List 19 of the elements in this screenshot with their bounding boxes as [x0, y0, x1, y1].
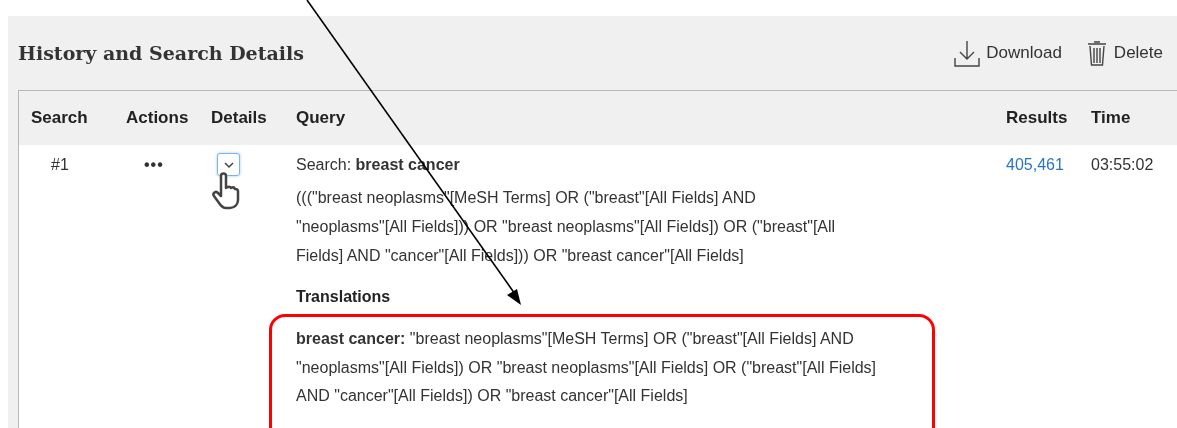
- column-header: Results: [1006, 108, 1068, 127]
- download-icon: [954, 39, 981, 67]
- trash-icon: [1085, 39, 1108, 67]
- search-number: #1: [51, 156, 69, 173]
- section-title: History and Search Details: [18, 42, 304, 64]
- details-toggle[interactable]: [217, 153, 240, 176]
- download-button[interactable]: Download: [954, 39, 1062, 67]
- translations-heading: Translations: [296, 288, 392, 306]
- column-header: Query: [296, 108, 346, 127]
- search-time: 03:55:02: [1091, 155, 1155, 175]
- column-header: Time: [1091, 108, 1131, 127]
- column-header: Details: [211, 108, 267, 127]
- translations-text: breast cancer: "breast neoplasms"[MeSH Terms] OR ("breast"[All Fields] AND "neoplasms"[All Fields]) OR "breast neoplasms"[All Fields] OR ("breast"[All Fields] AND "cancer"[All Fields]) OR "breast cancer"[All Fields]: [296, 329, 878, 406]
- column-header: Actions: [126, 108, 189, 127]
- delete-button[interactable]: Delete: [1085, 39, 1163, 67]
- hand-cursor-icon: [211, 172, 241, 212]
- results-link[interactable]: 405,461: [1006, 156, 1064, 173]
- actions-menu[interactable]: •••: [144, 156, 164, 173]
- column-header: Search: [31, 108, 88, 127]
